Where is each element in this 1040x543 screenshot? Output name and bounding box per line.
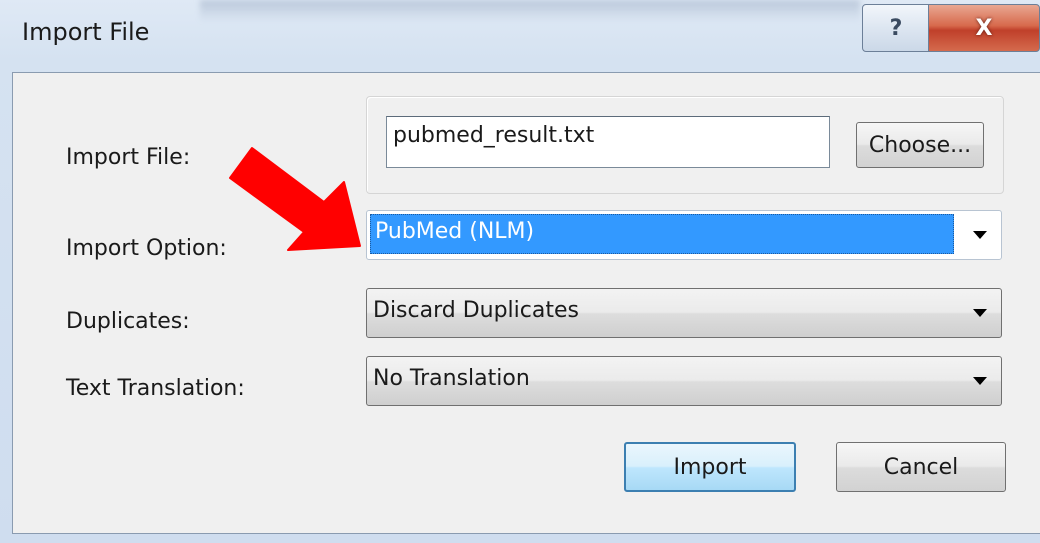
import-option-value: PubMed (NLM)	[375, 219, 535, 244]
chevron-down-icon	[973, 231, 987, 239]
close-icon: X	[975, 15, 993, 41]
choose-button[interactable]: Choose...	[856, 122, 984, 168]
duplicates-select[interactable]: Discard Duplicates	[366, 288, 1002, 338]
close-button[interactable]: X	[928, 4, 1040, 52]
cancel-button[interactable]: Cancel	[836, 442, 1006, 492]
duplicates-value: Discard Duplicates	[373, 298, 579, 323]
text-translation-label: Text Translation:	[66, 376, 245, 401]
dialog-window: Import File ? X Import File: pubmed_resu…	[0, 0, 1040, 543]
text-translation-value: No Translation	[373, 366, 530, 391]
import-file-label: Import File:	[66, 145, 191, 170]
import-button[interactable]: Import	[624, 442, 796, 492]
title-bar: Import File ? X	[0, 0, 1040, 70]
question-mark-icon: ?	[889, 15, 903, 41]
chevron-down-icon	[973, 309, 987, 317]
text-translation-select[interactable]: No Translation	[366, 356, 1002, 406]
background-window-text	[200, 0, 860, 22]
import-option-label: Import Option:	[66, 236, 227, 261]
duplicates-label: Duplicates:	[66, 309, 190, 334]
red-arrow-shape	[229, 147, 361, 251]
import-file-input[interactable]: pubmed_result.txt	[386, 116, 830, 168]
window-title: Import File	[22, 18, 150, 46]
chevron-down-icon	[973, 377, 987, 385]
help-button[interactable]: ?	[862, 4, 930, 52]
import-option-select[interactable]: PubMed (NLM)	[366, 210, 1002, 260]
red-arrow-icon	[229, 147, 361, 251]
